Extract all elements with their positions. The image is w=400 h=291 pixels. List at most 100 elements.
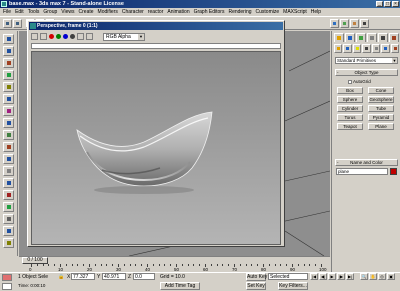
display-tab-icon[interactable] <box>378 33 388 42</box>
next-frame-icon[interactable]: |▶ <box>337 273 345 280</box>
geometry-category-icon[interactable] <box>334 44 343 53</box>
key-mode-select[interactable]: Selected <box>268 273 308 280</box>
left-tool-12-button[interactable] <box>3 166 14 176</box>
create-tab-icon[interactable] <box>334 33 344 42</box>
motion-tab-icon[interactable] <box>367 33 377 42</box>
modify-tab-icon[interactable] <box>345 33 355 42</box>
object-color-swatch[interactable] <box>390 168 397 175</box>
render-type-button[interactable] <box>360 19 369 28</box>
lights-category-icon[interactable] <box>352 44 362 53</box>
left-tool-17-button[interactable] <box>3 226 14 236</box>
rendered-frame-window[interactable]: Perspective, frame 0 (1:1) RGB Alpha ▼ <box>27 20 285 247</box>
menu-character[interactable]: Character <box>122 9 144 15</box>
left-tool-6-button[interactable] <box>3 94 14 104</box>
menu-edit[interactable]: Edit <box>15 9 24 15</box>
undo-button[interactable] <box>3 19 12 28</box>
left-tool-13-button[interactable] <box>3 178 14 188</box>
zoom-icon[interactable]: 🔍 <box>360 273 368 280</box>
add-time-tag-button[interactable]: Add Time Tag <box>160 282 200 290</box>
menu-animation[interactable]: Animation <box>167 9 189 15</box>
track-bar[interactable]: 0 10 20 30 40 50 60 70 80 90 100 <box>19 264 330 272</box>
set-key-button[interactable]: Set Key <box>246 282 266 290</box>
z-coord-field[interactable]: 0.0 <box>133 273 155 280</box>
menu-create[interactable]: Create <box>79 9 94 15</box>
clone-window-icon[interactable] <box>40 33 47 40</box>
left-tool-18-button[interactable] <box>3 238 14 248</box>
menu-file[interactable]: File <box>3 9 11 15</box>
time-slider-thumb[interactable]: 0 / 100 <box>22 257 48 264</box>
render-window-title-bar[interactable]: Perspective, frame 0 (1:1) <box>29 22 283 30</box>
left-tool-1-button[interactable] <box>3 34 14 44</box>
menu-graph-editors[interactable]: Graph Editors <box>194 9 225 15</box>
object-type-rollout-header[interactable]: - Object Type <box>335 69 398 76</box>
left-tool-7-button[interactable] <box>3 106 14 116</box>
save-image-icon[interactable] <box>31 33 38 40</box>
x-coord-field[interactable]: 77.327 <box>71 273 95 280</box>
menu-maxscript[interactable]: MAXScript <box>283 9 307 15</box>
red-channel-toggle[interactable] <box>49 34 54 39</box>
monochrome-icon[interactable] <box>77 33 84 40</box>
play-icon[interactable]: ▶ <box>328 273 336 280</box>
left-tool-16-button[interactable] <box>3 214 14 224</box>
left-tool-15-button[interactable] <box>3 202 14 212</box>
left-tool-2-button[interactable] <box>3 46 14 56</box>
material-editor-button[interactable] <box>350 19 359 28</box>
time-slider[interactable]: 0 / 100 <box>19 256 330 264</box>
render-scene-button[interactable] <box>330 19 339 28</box>
clear-icon[interactable] <box>86 33 93 40</box>
plane-button[interactable]: Plane <box>368 123 394 130</box>
checkbox-box[interactable] <box>348 79 352 84</box>
menu-rendering[interactable]: Rendering <box>228 9 251 15</box>
cameras-category-icon[interactable] <box>362 44 371 53</box>
y-coord-field[interactable]: 40.971 <box>102 273 126 280</box>
minimize-button[interactable]: _ <box>376 1 383 7</box>
torus-button[interactable]: Torus <box>337 114 363 121</box>
menu-views[interactable]: Views <box>61 9 74 15</box>
menu-reactor[interactable]: reactor <box>148 9 164 15</box>
hierarchy-tab-icon[interactable] <box>356 33 366 42</box>
key-filters-button[interactable]: Key Filters... <box>278 282 308 290</box>
pyramid-button[interactable]: Pyramid <box>368 114 394 121</box>
left-tool-4-button[interactable] <box>3 70 14 80</box>
cone-button[interactable]: Cone <box>368 87 394 94</box>
blue-channel-toggle[interactable] <box>63 34 68 39</box>
maximize-button[interactable]: □ <box>384 1 391 7</box>
left-tool-5-button[interactable] <box>3 82 14 92</box>
tube-button[interactable]: Tube <box>368 105 394 112</box>
redo-button[interactable] <box>13 19 22 28</box>
menu-help[interactable]: Help <box>311 9 321 15</box>
green-channel-toggle[interactable] <box>56 34 61 39</box>
left-tool-9-button[interactable] <box>3 130 14 140</box>
geosphere-button[interactable]: GeoSphere <box>368 96 394 103</box>
cylinder-button[interactable]: Cylinder <box>337 105 363 112</box>
left-tool-8-button[interactable] <box>3 118 14 128</box>
maxscript-listener[interactable] <box>2 274 12 281</box>
sphere-button[interactable]: Sphere <box>337 96 363 103</box>
pan-icon[interactable]: ✋ <box>369 273 377 280</box>
autogrid-checkbox[interactable]: AutoGrid <box>348 79 371 84</box>
go-to-end-icon[interactable]: ▶| <box>346 273 354 280</box>
close-button[interactable]: × <box>392 1 399 7</box>
helpers-category-icon[interactable] <box>371 44 381 53</box>
utilities-tab-icon[interactable] <box>389 33 399 42</box>
app-icon[interactable] <box>1 1 7 7</box>
previous-frame-icon[interactable]: ◀| <box>319 273 327 280</box>
menu-modifiers[interactable]: Modifiers <box>98 9 118 15</box>
object-name-field[interactable]: plane <box>336 168 388 175</box>
space-warps-category-icon[interactable] <box>381 44 390 53</box>
lock-icon[interactable]: 🔒 <box>58 274 64 280</box>
teapot-button[interactable]: Teapot <box>337 123 363 130</box>
left-tool-10-button[interactable] <box>3 142 14 152</box>
go-to-start-icon[interactable]: |◀ <box>310 273 318 280</box>
maxscript-mini-listener[interactable] <box>2 283 12 290</box>
auto-key-button[interactable]: Auto Key <box>246 273 267 281</box>
name-and-color-rollout-header[interactable]: - Name and Color <box>335 159 398 166</box>
channel-select[interactable]: RGB Alpha ▼ <box>103 32 145 41</box>
quick-render-button[interactable] <box>340 19 349 28</box>
shapes-category-icon[interactable] <box>343 44 352 53</box>
maximize-viewport-icon[interactable]: ▣ <box>387 273 395 280</box>
systems-category-icon[interactable] <box>390 44 399 53</box>
box-button[interactable]: Box <box>337 87 363 94</box>
orbit-icon[interactable]: ◎ <box>378 273 386 280</box>
menu-tools[interactable]: Tools <box>28 9 40 15</box>
